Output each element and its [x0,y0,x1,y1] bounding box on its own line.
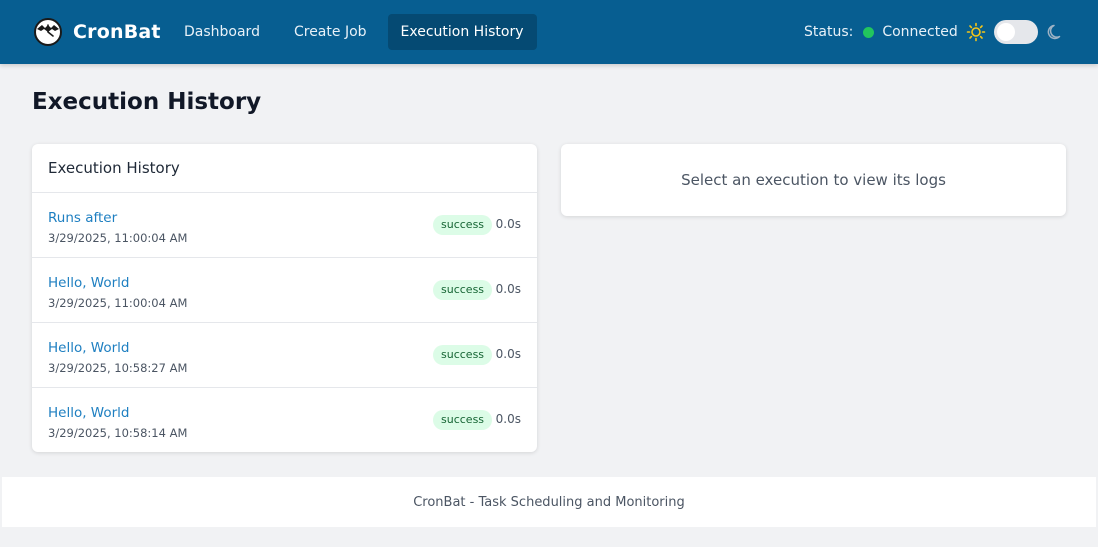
execution-job-name[interactable]: Hello, World [48,275,130,291]
sun-icon [966,22,986,42]
execution-history-card: Execution History Runs after 3/29/2025, … [32,144,537,452]
execution-duration: 0.0s [495,347,521,361]
status-value: Connected [882,24,958,40]
nav-execution-history[interactable]: Execution History [387,14,537,50]
execution-job-name[interactable]: Runs after [48,210,117,226]
execution-timestamp: 3/29/2025, 11:00:04 AM [48,296,188,310]
connection-status: Status: Connected [804,22,958,42]
execution-row[interactable]: Runs after 3/29/2025, 11:00:04 AM succes… [32,193,537,258]
page-title: Execution History [32,89,262,115]
moon-icon [1047,24,1061,40]
execution-row[interactable]: Hello, World 3/29/2025, 10:58:27 AM succ… [32,323,537,388]
brand[interactable]: CronBat [33,17,161,47]
status-label: Status: [804,24,854,40]
theme-switcher [966,19,1065,45]
execution-duration: 0.0s [495,412,521,426]
card-header: Execution History [32,144,537,193]
status-indicator-dot [863,26,875,38]
footer: CronBat - Task Scheduling and Monitoring [2,477,1096,527]
status-badge: success [433,410,493,430]
footer-text: CronBat - Task Scheduling and Monitoring [413,494,685,510]
execution-duration: 0.0s [495,282,521,296]
nav-create-job[interactable]: Create Job [281,14,380,50]
app-name: CronBat [73,21,161,43]
execution-timestamp: 3/29/2025, 10:58:14 AM [48,426,188,440]
execution-job-name[interactable]: Hello, World [48,340,130,356]
status-badge: success [433,215,493,235]
status-badge: success [433,280,493,300]
execution-logs-panel: Select an execution to view its logs [561,144,1066,216]
logs-placeholder: Select an execution to view its logs [681,171,946,189]
execution-job-name[interactable]: Hello, World [48,405,130,421]
top-navbar: CronBat Dashboard Create Job Execution H… [0,0,1098,64]
execution-timestamp: 3/29/2025, 10:58:27 AM [48,361,188,375]
execution-duration: 0.0s [495,217,521,231]
execution-row[interactable]: Hello, World 3/29/2025, 10:58:14 AM succ… [32,388,537,452]
nav-dashboard[interactable]: Dashboard [171,14,273,50]
status-badge: success [433,345,493,365]
dark-mode-toggle[interactable] [994,20,1038,44]
execution-timestamp: 3/29/2025, 11:00:04 AM [48,231,188,245]
main-nav: Dashboard Create Job Execution History [171,14,537,50]
execution-row[interactable]: Hello, World 3/29/2025, 11:00:04 AM succ… [32,258,537,323]
toggle-knob [997,23,1015,41]
cronbat-logo-icon [34,18,62,46]
